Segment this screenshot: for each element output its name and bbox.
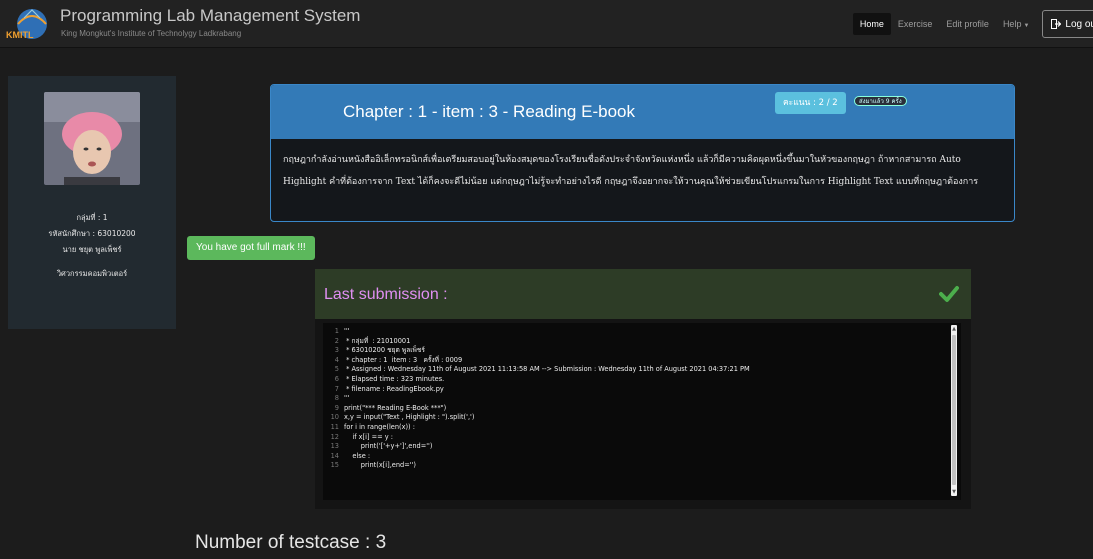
last-submission-card: Last submission : 1 ''' 2 * กลุ่มที่ : 210… bbox=[315, 269, 971, 509]
code-line: 5 * Assigned : Wednesday 11th of August … bbox=[323, 365, 951, 375]
nav-home[interactable]: Home bbox=[852, 13, 891, 35]
line-number: 2 bbox=[334, 336, 339, 345]
chapter-description: กฤษฎากำลังอ่านหนังสืออิเล็กทรอนิกส์เพื่อ… bbox=[283, 155, 979, 187]
line-number: 4 bbox=[334, 355, 339, 364]
chapter-title: Chapter : 1 - item : 3 - Reading E-book bbox=[343, 102, 635, 121]
code-text: * Elapsed time : 323 minutes. bbox=[344, 374, 445, 383]
scroll-down-icon[interactable]: ▼ bbox=[951, 488, 957, 496]
profile-sidebar: กลุ่มที่ : 1 รหัสนักศึกษา : 63010200 นาย… bbox=[8, 76, 176, 329]
scroll-up-icon[interactable]: ▲ bbox=[951, 325, 957, 333]
line-number: 1 bbox=[334, 327, 339, 335]
logo-text: KMITL bbox=[6, 30, 34, 40]
code-text: print("*** Reading E-Book ***") bbox=[344, 403, 447, 412]
code-line: 8 ''' bbox=[323, 394, 951, 404]
code-line: 10 x,y = input("Text , Highlight : ").spl… bbox=[323, 413, 951, 423]
code-text: print('['+y+']',end='') bbox=[344, 442, 433, 451]
code-scrollbar[interactable]: ▲ ▼ bbox=[951, 325, 957, 496]
chapter-panel-header: Chapter : 1 - item : 3 - Reading E-book … bbox=[271, 85, 1014, 139]
testcase-heading: Number of testcase : 3 bbox=[195, 532, 387, 553]
app-title[interactable]: Programming Lab Management System bbox=[60, 6, 360, 26]
group-text: กลุ่มที่ : 1 bbox=[76, 213, 108, 222]
nav-exercise[interactable]: Exercise bbox=[891, 13, 940, 35]
nav-edit-profile[interactable]: Edit profile bbox=[939, 13, 996, 35]
code-line: 4 * chapter : 1 item : 3 ครั้งที่ : 0009 bbox=[323, 356, 951, 366]
code-line: 9 print("*** Reading E-Book ***") bbox=[323, 404, 951, 414]
code-line: 1 ''' bbox=[323, 327, 951, 337]
student-id-text: รหัสนักศึกษา : 63010200 bbox=[48, 229, 136, 238]
line-number: 11 bbox=[330, 422, 339, 431]
navbar: KMITL Programming Lab Management System … bbox=[0, 0, 1093, 48]
code-line: 14 else : bbox=[323, 452, 951, 462]
code-line: 11 for i in range(len(x)) : bbox=[323, 423, 951, 433]
code-text: x,y = input("Text , Highlight : ").split… bbox=[344, 413, 475, 422]
top-nav: Home Exercise Edit profile Help ▼ Log ou bbox=[852, 0, 1093, 48]
code-lines: 1 ''' 2 * กลุ่มที่ : 21010001 3 * 63010200 … bbox=[323, 327, 951, 471]
code-line: 13 print('['+y+']',end='') bbox=[323, 442, 951, 452]
student-name-text: นาย ชยุต พูลเพ็ชร์ bbox=[62, 245, 122, 254]
line-number: 14 bbox=[330, 451, 339, 460]
logout-button[interactable]: Log ou bbox=[1042, 10, 1093, 38]
code-viewer[interactable]: 1 ''' 2 * กลุ่มที่ : 21010001 3 * 63010200 … bbox=[323, 323, 961, 500]
line-number: 13 bbox=[330, 442, 339, 451]
code-text: ''' bbox=[344, 394, 350, 403]
code-text: * filename : ReadingEbook.py bbox=[344, 384, 444, 393]
code-text: * chapter : 1 item : 3 ครั้งที่ : 0009 bbox=[344, 355, 463, 364]
scroll-thumb[interactable] bbox=[952, 335, 956, 485]
line-number: 15 bbox=[330, 461, 339, 470]
line-number: 8 bbox=[334, 394, 339, 403]
code-text: if x[i] == y : bbox=[344, 432, 393, 441]
chevron-down-icon: ▼ bbox=[1023, 23, 1030, 29]
code-line: 2 * กลุ่มที่ : 21010001 bbox=[323, 337, 951, 347]
line-number: 5 bbox=[334, 365, 339, 374]
line-number: 6 bbox=[334, 374, 339, 383]
line-number: 10 bbox=[330, 413, 339, 422]
last-submission-header: Last submission : bbox=[315, 269, 971, 319]
code-line: 6 * Elapsed time : 323 minutes. bbox=[323, 375, 951, 385]
nav-help[interactable]: Help ▼ bbox=[996, 13, 1036, 35]
code-text: print(x[i],end='') bbox=[344, 461, 416, 470]
full-mark-alert: You have got full mark !!! bbox=[187, 236, 315, 260]
line-number: 3 bbox=[334, 346, 339, 355]
app-subtitle: King Mongkut's Institute of Technolygy L… bbox=[61, 29, 242, 38]
logout-icon bbox=[1051, 19, 1062, 29]
last-submission-title: Last submission : bbox=[324, 286, 448, 303]
code-text: * Assigned : Wednesday 11th of August 20… bbox=[344, 365, 750, 374]
score-badge: คะแนน : 2 / 2 bbox=[775, 92, 846, 114]
code-text: else : bbox=[344, 451, 371, 460]
avatar bbox=[44, 92, 140, 185]
check-icon bbox=[939, 286, 959, 302]
submission-count-badge: ส่งมาแล้ว 9 ครั้ง bbox=[854, 96, 907, 106]
faculty-text: วิศวกรรมคอมพิวเตอร์ bbox=[56, 269, 128, 278]
kmitl-logo[interactable]: KMITL bbox=[4, 4, 54, 44]
line-number: 9 bbox=[334, 403, 339, 412]
code-text: for i in range(len(x)) : bbox=[344, 422, 415, 431]
code-text: * กลุ่มที่ : 21010001 bbox=[344, 336, 411, 345]
code-line: 7 * filename : ReadingEbook.py bbox=[323, 385, 951, 395]
code-line: 12 if x[i] == y : bbox=[323, 433, 951, 443]
code-text: ''' bbox=[344, 327, 350, 335]
line-number: 12 bbox=[330, 432, 339, 441]
code-text: * 63010200 ชยุต พูลเพ็ชร์ bbox=[344, 346, 425, 355]
logout-label: Log ou bbox=[1065, 18, 1093, 30]
nav-help-label: Help bbox=[1002, 19, 1022, 29]
chapter-panel: Chapter : 1 - item : 3 - Reading E-book … bbox=[270, 84, 1015, 222]
code-line: 15 print(x[i],end='') bbox=[323, 461, 951, 471]
code-line: 3 * 63010200 ชยุต พูลเพ็ชร์ bbox=[323, 346, 951, 356]
line-number: 7 bbox=[334, 384, 339, 393]
